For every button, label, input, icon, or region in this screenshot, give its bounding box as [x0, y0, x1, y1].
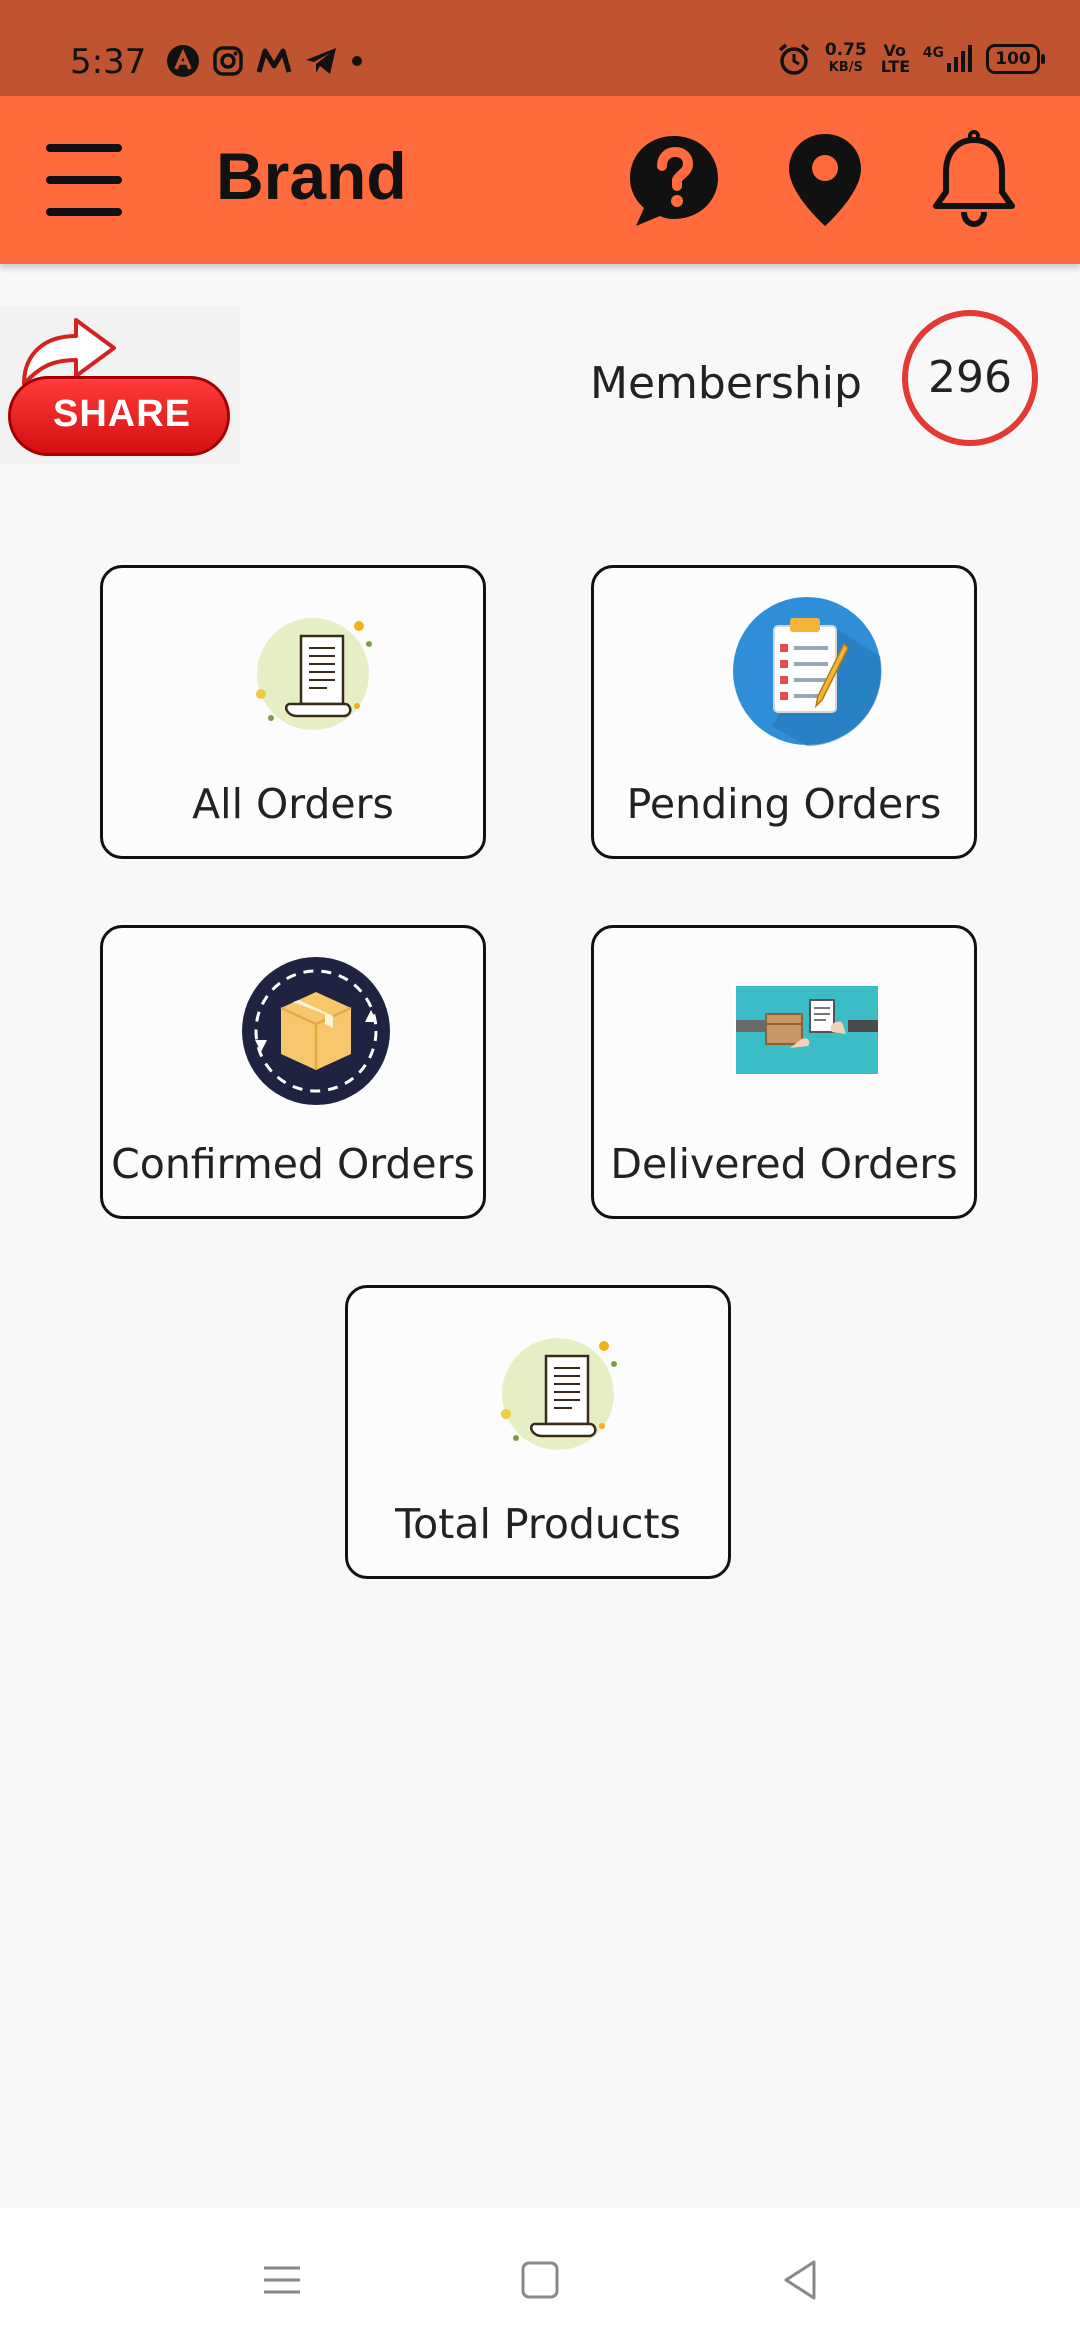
app-title: Brand — [216, 139, 407, 213]
network-type: 4G — [922, 45, 944, 61]
location-button[interactable] — [775, 130, 875, 230]
confirmed-orders-card[interactable]: Confirmed Orders — [100, 925, 486, 1219]
share-label: SHARE — [52, 393, 192, 435]
app-a-icon — [167, 45, 199, 77]
all-orders-card[interactable]: All Orders — [100, 565, 486, 859]
delivery-handover-icon — [734, 986, 880, 1076]
back-button[interactable] — [770, 2250, 830, 2310]
signal-icon — [947, 45, 972, 72]
instagram-icon — [213, 46, 243, 76]
pending-orders-card[interactable]: Pending Orders — [591, 565, 977, 859]
card-label: Total Products — [395, 1500, 681, 1548]
box-icon — [242, 957, 390, 1105]
recent-apps-icon — [264, 2266, 300, 2294]
alarm-icon — [778, 43, 809, 75]
membership-label: Membership — [590, 358, 862, 409]
card-label: Delivered Orders — [610, 1140, 958, 1188]
system-nav-bar — [0, 2208, 1080, 2340]
delivered-orders-card[interactable]: Delivered Orders — [591, 925, 977, 1219]
help-button[interactable] — [624, 130, 724, 230]
app-bar: Brand — [0, 96, 1080, 264]
volte-indicator: Vo LTE — [880, 41, 911, 76]
recent-apps-button[interactable] — [252, 2250, 312, 2310]
dot-icon — [352, 56, 362, 66]
share-button[interactable]: SHARE — [0, 306, 240, 464]
home-button[interactable] — [510, 2250, 570, 2310]
receipt-icon — [501, 1338, 617, 1450]
notifications-button[interactable] — [924, 130, 1024, 230]
status-time: 5:37 — [70, 42, 147, 82]
battery-indicator: 100 — [986, 44, 1045, 74]
card-label: Confirmed Orders — [111, 1140, 475, 1188]
total-products-card[interactable]: Total Products — [345, 1285, 731, 1579]
net-speed: 0.75 KB/S — [825, 42, 867, 76]
menu-icon-bar — [46, 208, 122, 216]
net-speed-unit: KB/S — [828, 60, 863, 75]
menu-icon-bar — [46, 176, 122, 184]
back-icon — [784, 2260, 816, 2300]
help-icon — [630, 136, 718, 226]
notification-icons — [166, 44, 364, 78]
bell-icon — [933, 130, 1015, 228]
location-icon — [789, 134, 861, 226]
menu-button[interactable] — [40, 138, 130, 224]
net-speed-value: 0.75 — [824, 40, 867, 60]
status-bar: 5:37 0.75 KB/S Vo LTE 4G 100 — [0, 0, 1080, 96]
m-app-icon — [256, 48, 292, 73]
share-pill: SHARE — [8, 376, 230, 456]
signal-indicator: 4G — [923, 45, 972, 73]
card-label: Pending Orders — [626, 780, 942, 828]
clipboard-icon — [733, 597, 882, 746]
menu-icon — [46, 144, 122, 152]
membership-count: 296 — [902, 310, 1038, 446]
home-icon — [521, 2261, 559, 2299]
telegram-icon — [306, 48, 336, 74]
system-icons: 0.75 KB/S Vo LTE 4G 100 — [777, 41, 1045, 76]
receipt-icon — [256, 618, 372, 730]
card-label: All Orders — [192, 780, 394, 828]
